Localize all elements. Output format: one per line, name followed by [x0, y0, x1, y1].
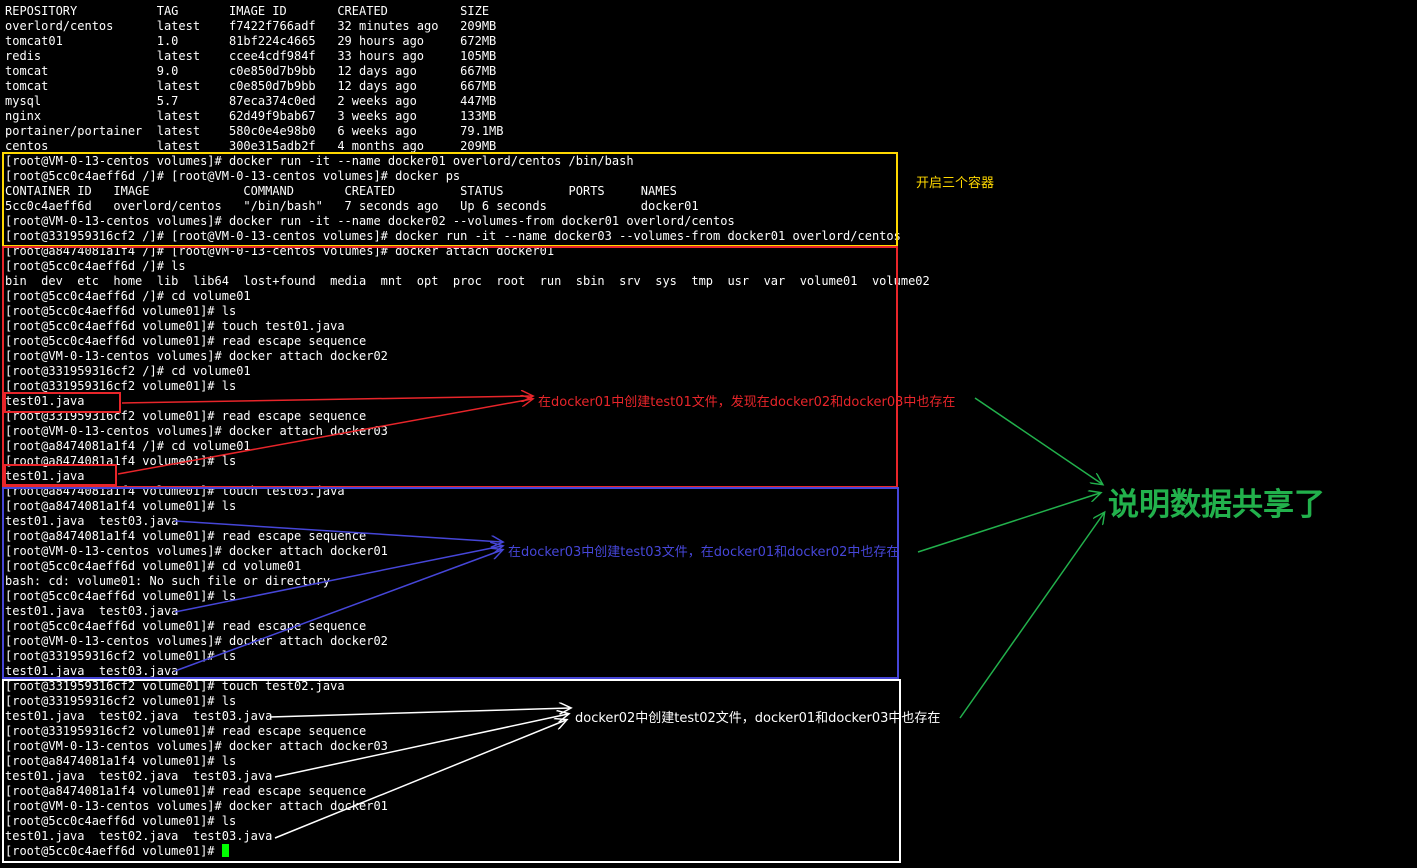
red-arrow	[121, 396, 532, 404]
red-arrow	[117, 399, 532, 475]
blue-arrow	[174, 550, 502, 672]
start-containers-note: 开启三个容器	[916, 176, 995, 191]
docker03-note: 在docker03中创建test03文件，在docker01和docker02中…	[508, 545, 900, 560]
green-arrow	[974, 397, 1102, 484]
blue-arrow	[174, 520, 502, 542]
conclusion-note: 说明数据共享了	[1108, 487, 1325, 523]
green-arrow	[959, 513, 1104, 719]
docker02-note: docker02中创建test02文件，docker01和docker03中也存…	[575, 711, 941, 726]
green-arrow	[917, 493, 1100, 553]
white-arrow	[274, 714, 568, 778]
docker01-note: 在docker01中创建test01文件，发现在docker02和docker0…	[538, 395, 956, 410]
annotation-arrows	[117, 0, 1417, 839]
blue-arrow	[174, 546, 502, 613]
white-arrow	[274, 720, 566, 839]
white-arrow	[269, 708, 570, 718]
